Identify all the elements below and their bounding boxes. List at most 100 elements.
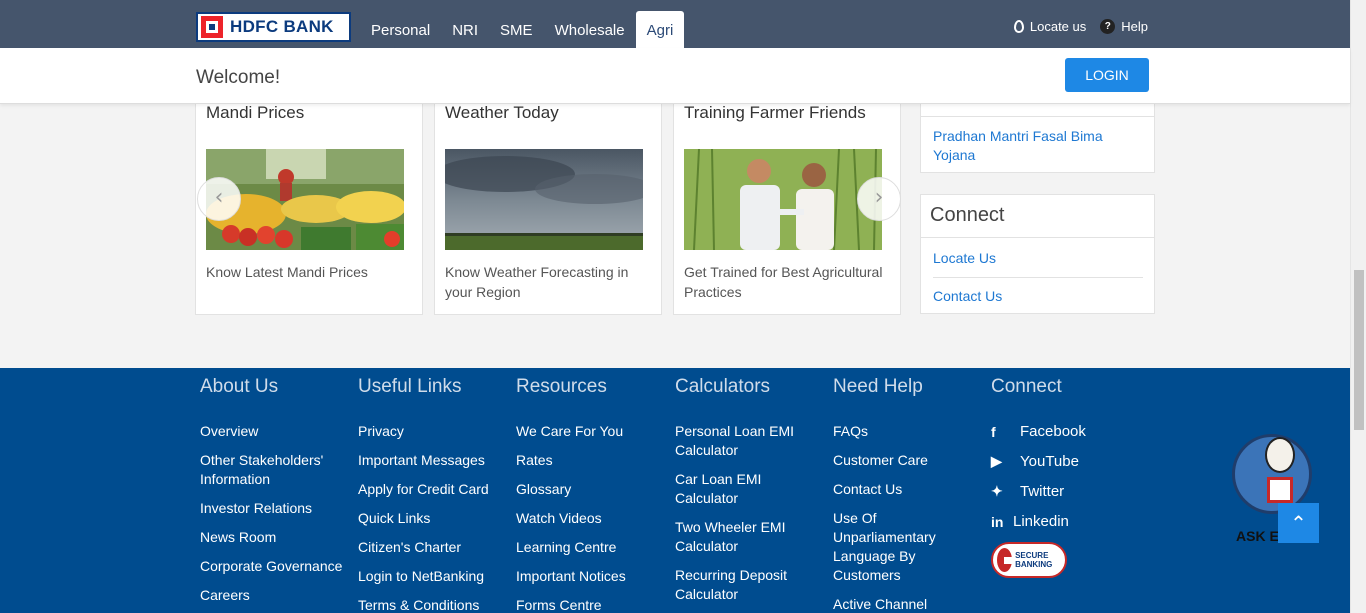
footer-link[interactable]: Forms Centre	[516, 596, 666, 613]
footer-link[interactable]: Contact Us	[833, 480, 963, 499]
footer-col-calculators: Calculators Personal Loan EMI Calculator…	[675, 376, 810, 613]
card-weather-today[interactable]: Weather Today Know Weather Forecasting i…	[434, 96, 662, 315]
nav-wholesale[interactable]: Wholesale	[544, 11, 636, 48]
footer-heading: Calculators	[675, 376, 771, 397]
chevron-up-icon: ⌃	[1290, 511, 1307, 535]
footer-link[interactable]: Important Notices	[516, 567, 666, 586]
help-icon: ?	[1100, 19, 1116, 34]
footer-link[interactable]: Terms & Conditions	[358, 596, 508, 613]
twitter-icon: ✦	[991, 483, 1003, 499]
scroll-to-top-button[interactable]: ⌃	[1278, 503, 1319, 543]
footer-link[interactable]: Recurring Deposit Calculator	[675, 566, 810, 604]
scheme-link-pmfby[interactable]: Pradhan Mantri Fasal Bima Yojana	[933, 127, 1133, 165]
footer-link[interactable]: Citizen's Charter	[358, 538, 508, 557]
hdfc-logo[interactable]: HDFC BANK	[196, 12, 351, 42]
nav-sme[interactable]: SME	[489, 11, 544, 48]
footer-link[interactable]: Personal Loan EMI Calculator	[675, 422, 810, 460]
card-description: Know Latest Mandi Prices	[206, 264, 368, 280]
nav-agri[interactable]: Agri	[635, 11, 685, 48]
nav-nri[interactable]: NRI	[441, 11, 489, 48]
footer-heading: Connect	[991, 376, 1062, 397]
social-label: Linkedin	[1013, 513, 1069, 530]
footer-link[interactable]: Careers	[200, 586, 350, 605]
twitter-link[interactable]: ✦ Twitter	[991, 482, 1141, 501]
location-pin-icon	[1013, 20, 1024, 33]
side-connect-panel: Connect Locate Us Contact Us	[920, 194, 1155, 314]
youtube-link[interactable]: ▶ YouTube	[991, 452, 1141, 471]
footer-link[interactable]: Two Wheeler EMI Calculator	[675, 518, 810, 556]
facebook-link[interactable]: f Facebook	[991, 422, 1141, 441]
footer-link[interactable]: News Room	[200, 528, 350, 547]
linkedin-icon: in	[991, 513, 1004, 530]
card-title: Weather Today	[445, 103, 559, 122]
footer-link[interactable]: Corporate Governance	[200, 557, 350, 576]
footer-link[interactable]: Glossary	[516, 480, 666, 499]
locate-us-side-link[interactable]: Locate Us	[933, 249, 996, 268]
card-description: Know Weather Forecasting in your Region	[445, 264, 629, 300]
help-label: Help	[1121, 19, 1148, 34]
footer-link[interactable]: We Care For You	[516, 422, 666, 441]
footer-link[interactable]: Other Stakeholders' Information	[200, 451, 350, 489]
divider	[921, 237, 1154, 238]
card-description: Get Trained for Best Agricultural Practi…	[684, 264, 883, 300]
carousel-next-button[interactable]: ›	[857, 177, 901, 221]
footer-link[interactable]: Learning Centre	[516, 538, 666, 557]
footer-link[interactable]: Investor Relations	[200, 499, 350, 518]
lock-icon	[997, 548, 1013, 572]
footer-link[interactable]: Quick Links	[358, 509, 508, 528]
facebook-icon: f	[991, 423, 996, 440]
page-scrollbar[interactable]	[1350, 0, 1366, 613]
footer-link[interactable]: Car Loan EMI Calculator	[675, 470, 810, 508]
footer-heading: Resources	[516, 376, 607, 397]
locate-us-link[interactable]: Locate us	[1013, 19, 1086, 34]
logo-text: HDFC BANK	[230, 17, 334, 36]
social-label: Facebook	[1020, 423, 1086, 440]
footer-heading: About Us	[200, 376, 279, 397]
card-image-farmers	[684, 149, 882, 250]
scrollbar-thumb[interactable]	[1354, 270, 1364, 430]
footer-col-connect: Connect f Facebook ▶ YouTube ✦ Twitter i…	[991, 376, 1141, 578]
card-title: Training Farmer Friends	[684, 103, 866, 122]
divider	[921, 116, 1154, 117]
nav-personal[interactable]: Personal	[360, 11, 441, 48]
contact-us-side-link[interactable]: Contact Us	[933, 287, 1002, 306]
help-link[interactable]: ? Help	[1100, 19, 1148, 34]
top-navigation-bar: HDFC BANK Personal NRI SME Wholesale Agr…	[0, 0, 1350, 48]
footer-col-about-us: About Us Overview Other Stakeholders' In…	[200, 376, 350, 613]
footer-link[interactable]: Important Messages	[358, 451, 508, 470]
welcome-bar: Welcome! LOGIN	[0, 48, 1350, 104]
login-button[interactable]: LOGIN	[1065, 58, 1149, 92]
carousel-prev-button[interactable]: ‹	[197, 177, 241, 221]
connect-title: Connect	[930, 204, 1005, 226]
footer-link[interactable]: FAQs	[833, 422, 963, 441]
linkedin-link[interactable]: in Linkedin	[991, 512, 1141, 531]
eva-face	[1265, 437, 1295, 473]
footer-link[interactable]: Customer Care	[833, 451, 963, 470]
footer-link[interactable]: Watch Videos	[516, 509, 666, 528]
youtube-icon: ▶	[991, 453, 1002, 469]
footer-link[interactable]: Active Channel	[833, 595, 963, 613]
eva-avatar-icon	[1232, 434, 1312, 514]
card-image-weather	[445, 149, 643, 250]
footer-link[interactable]: Apply for Credit Card	[358, 480, 508, 499]
side-schemes-panel: Pradhan Mantri Fasal Bima Yojana	[920, 96, 1155, 173]
footer-col-useful-links: Useful Links Privacy Important Messages …	[358, 376, 508, 613]
footer-heading: Need Help	[833, 376, 923, 397]
welcome-text: Welcome!	[196, 67, 281, 88]
hdfc-logo-mark-icon	[201, 16, 223, 38]
footer-col-resources: Resources We Care For You Rates Glossary…	[516, 376, 666, 613]
footer-link[interactable]: Use Of Unparliamentary Language By Custo…	[833, 509, 963, 585]
footer-col-need-help: Need Help FAQs Customer Care Contact Us …	[833, 376, 963, 613]
chevron-left-icon: ‹	[214, 185, 224, 210]
top-utility-links: Locate us ? Help	[1013, 19, 1148, 34]
eva-badge-icon	[1267, 477, 1293, 503]
footer-link[interactable]: Privacy	[358, 422, 508, 441]
footer-link[interactable]: Overview	[200, 422, 350, 441]
chevron-right-icon: ›	[874, 185, 884, 210]
site-footer: About Us Overview Other Stakeholders' In…	[0, 368, 1350, 613]
footer-link[interactable]: Login to NetBanking	[358, 567, 508, 586]
secure-banking-badge[interactable]: SECURE BANKING	[991, 542, 1067, 578]
footer-link[interactable]: Rates	[516, 451, 666, 470]
social-label: YouTube	[1020, 453, 1079, 470]
divider	[933, 277, 1143, 278]
